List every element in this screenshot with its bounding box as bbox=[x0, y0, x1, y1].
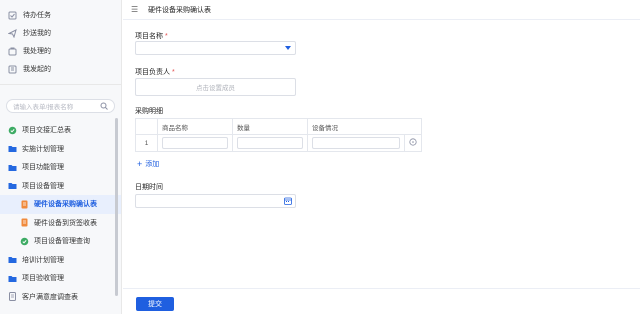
page-title: 硬件设备采购确认表 bbox=[148, 6, 211, 14]
sidebar: 待办任务 抄送我的 我处理的 我发起的 请输入表单/报表名称 项目交接汇总表 实… bbox=[0, 0, 122, 314]
project-name-label-text: 项目名称 bbox=[135, 33, 163, 40]
nav-item-todo[interactable]: 待办任务 bbox=[0, 6, 121, 24]
tree-item-label: 培训计划管理 bbox=[22, 256, 64, 264]
nav-item-handled[interactable]: 我处理的 bbox=[0, 42, 121, 60]
folder-icon bbox=[8, 163, 17, 172]
date-label: 日期时间 bbox=[135, 184, 163, 191]
product-name-cell bbox=[157, 134, 233, 152]
form-icon bbox=[20, 200, 29, 209]
nav-item-label: 待办任务 bbox=[23, 12, 51, 19]
table-header-equipment-status: 设备情况 bbox=[307, 118, 422, 135]
submit-button[interactable]: 提交 bbox=[136, 297, 174, 311]
owner-picker[interactable]: 点击设置成员 bbox=[135, 78, 296, 96]
owner-label-text: 项目负责人 bbox=[135, 69, 170, 76]
tree-item-label: 硬件设备采购确认表 bbox=[34, 201, 97, 209]
tree-item-label: 项目设备管理查询 bbox=[34, 238, 90, 246]
tree-item-hardware-receipt[interactable]: 硬件设备到货签收表 bbox=[0, 214, 121, 233]
tree-item-hardware-purchase[interactable]: 硬件设备采购确认表 bbox=[0, 195, 121, 214]
search-placeholder: 请输入表单/报表名称 bbox=[13, 104, 74, 111]
tree-item-training-plan[interactable]: 培训计划管理 bbox=[0, 251, 121, 270]
purchase-table: 商品名称 数量 设备情况 1 bbox=[135, 118, 422, 152]
table-header-product-name: 商品名称 bbox=[157, 118, 233, 135]
tree-item-satisfaction-survey[interactable]: 客户满意度调查表 bbox=[0, 288, 121, 307]
nav-item-cc[interactable]: 抄送我的 bbox=[0, 24, 121, 42]
top-nav: 待办任务 抄送我的 我处理的 我发起的 bbox=[0, 0, 121, 78]
purchase-detail-label: 采购明细 bbox=[135, 108, 163, 115]
nav-item-initiated[interactable]: 我发起的 bbox=[0, 60, 121, 78]
add-row-button[interactable]: + 添加 bbox=[137, 159, 159, 169]
sidebar-scrollbar[interactable] bbox=[115, 118, 118, 296]
handled-icon bbox=[8, 47, 17, 56]
tree-item-label: 客户满意度调查表 bbox=[22, 293, 78, 301]
table-header-index bbox=[135, 118, 158, 135]
tree-item-project-equipment[interactable]: 项目设备管理 bbox=[0, 177, 121, 196]
tree-item-label: 项目设备管理 bbox=[22, 182, 64, 190]
report-icon bbox=[8, 126, 17, 135]
send-icon bbox=[8, 28, 17, 38]
tree-item-label: 实施计划管理 bbox=[22, 145, 64, 153]
quantity-input[interactable] bbox=[237, 137, 303, 149]
table-header-row: 商品名称 数量 设备情况 bbox=[135, 118, 422, 135]
menu-icon[interactable]: ☰ bbox=[131, 5, 139, 14]
project-name-select[interactable] bbox=[135, 41, 296, 55]
nav-item-label: 抄送我的 bbox=[23, 30, 51, 37]
search-input[interactable]: 请输入表单/报表名称 bbox=[6, 99, 115, 113]
table-row: 1 bbox=[135, 134, 422, 152]
tree-item-label: 项目功能管理 bbox=[22, 164, 64, 172]
chevron-down-icon bbox=[285, 46, 291, 50]
row-options-icon[interactable] bbox=[409, 138, 417, 148]
initiated-icon bbox=[8, 65, 17, 74]
folder-icon bbox=[8, 181, 17, 190]
tree-item-equipment-query[interactable]: 项目设备管理查询 bbox=[0, 232, 121, 251]
row-index: 1 bbox=[135, 134, 158, 152]
tree-item-label: 硬件设备到货签收表 bbox=[34, 219, 97, 227]
tree-item-handover-summary[interactable]: 项目交接汇总表 bbox=[0, 121, 121, 140]
required-mark: * bbox=[165, 33, 168, 40]
tree-item-implementation-plan[interactable]: 实施计划管理 bbox=[0, 140, 121, 159]
folder-icon bbox=[8, 144, 17, 153]
equipment-status-cell bbox=[307, 134, 405, 152]
form-tree: 项目交接汇总表 实施计划管理 项目功能管理 项目设备管理 硬件设备采购确认表 硬… bbox=[0, 121, 121, 306]
tree-item-project-function[interactable]: 项目功能管理 bbox=[0, 158, 121, 177]
main-panel: ☰ 硬件设备采购确认表 项目名称 * 项目负责人 * 点击设置成员 采购明细 商品名… bbox=[123, 0, 640, 314]
table-header-quantity: 数量 bbox=[232, 118, 308, 135]
footer-bar: 提交 bbox=[123, 288, 640, 314]
add-row-label: 添加 bbox=[145, 161, 160, 168]
tree-item-label: 项目交接汇总表 bbox=[22, 127, 71, 135]
folder-icon bbox=[8, 274, 17, 283]
calendar-icon[interactable] bbox=[284, 197, 292, 205]
owner-label: 项目负责人 * bbox=[135, 67, 175, 77]
folder-icon bbox=[8, 255, 17, 264]
form-icon bbox=[8, 292, 17, 302]
quantity-cell bbox=[232, 134, 308, 152]
nav-item-label: 我处理的 bbox=[23, 48, 51, 55]
form-icon bbox=[20, 218, 29, 227]
date-time-input[interactable] bbox=[135, 194, 296, 208]
project-name-label: 项目名称 * bbox=[135, 31, 168, 41]
page-header: ☰ 硬件设备采购确认表 bbox=[123, 0, 640, 20]
tree-item-acceptance[interactable]: 项目验收管理 bbox=[0, 269, 121, 288]
owner-placeholder: 点击设置成员 bbox=[196, 85, 235, 92]
todo-icon bbox=[8, 11, 17, 20]
plus-icon: + bbox=[137, 159, 143, 169]
row-action-cell bbox=[404, 134, 422, 152]
search-icon[interactable] bbox=[100, 102, 108, 110]
report-icon bbox=[20, 237, 29, 246]
equipment-status-input[interactable] bbox=[312, 137, 400, 149]
required-mark: * bbox=[172, 69, 175, 76]
product-name-input[interactable] bbox=[162, 137, 228, 149]
nav-item-label: 我发起的 bbox=[23, 66, 51, 73]
tree-item-label: 项目验收管理 bbox=[22, 275, 64, 283]
divider bbox=[0, 84, 121, 85]
